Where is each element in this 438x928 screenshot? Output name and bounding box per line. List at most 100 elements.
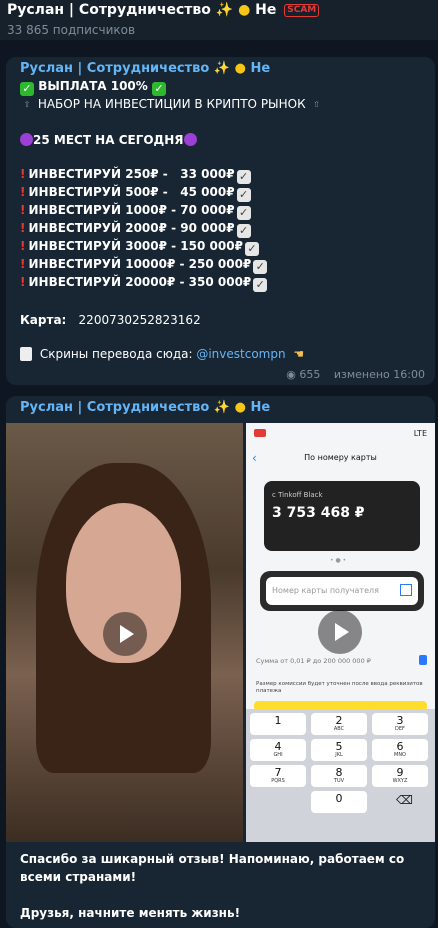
video-thumbnail-girl[interactable] [6,423,243,842]
key-letters: DEF [395,726,405,732]
key-letters: TUV [333,778,345,784]
keypad-key: 5 JKL [311,739,367,761]
message-bubble-review[interactable]: Руслан | Сотрудничество ✨ ● Не LTE ‹ По … [6,396,435,928]
scan-icon [400,584,412,596]
offer-line: ! ИНВЕСТИРУЙ 2000₽ - 90 000₽ ✓ [20,221,251,238]
spots-text: 25 МЕСТ НА СЕГОДНЯ [33,133,184,147]
subscriber-count: 33 865 подписчиков [7,23,136,37]
card-number-placeholder: Номер карты получателя [266,577,418,605]
sender-name: Руслан | Сотрудничество [20,61,210,76]
purple-circle-icon [183,133,197,146]
offer-text: ИНВЕСТИРУЙ 10000₽ - 250 000₽ [28,257,252,271]
scam-badge: SCAM [284,4,320,17]
check-mark-icon: ✓ [236,206,251,220]
rocket-icon: ✨ [213,61,231,76]
lemon-icon: ● [238,2,251,18]
screens-line: Скрины перевода сюда: @investcompn ☚ [20,347,304,361]
channel-title[interactable]: Руслан | Сотрудничество ✨ ● Не SCAM [7,2,320,18]
key-letters: PQRS [271,778,285,784]
carrier-label: LTE [413,429,427,438]
headline-line: ⇧ НАБОР НА ИНВЕСТИЦИИ В КРИПТО РЫНОК ⇧ [20,97,323,111]
key-digit: 1 [274,714,282,727]
offer-line: ! ИНВЕСТИРУЙ 250₽ - 33 000₽ ✓ [20,167,251,184]
keypad-key: 2 ABC [311,713,367,735]
key-letters: GHI [273,752,283,758]
offer-text: ИНВЕСТИРУЙ 500₽ - 45 000₽ [28,185,235,199]
sender-name: Руслан | Сотрудничество [20,400,210,415]
exclamation-icon: ! [20,221,26,235]
numeric-keypad: 1 2 ABC 3 DEF 4 GHI 5 JKL 6 MNO 7 PQRS 8 TUV 9 WXYZ 0 ⌫ [246,709,435,842]
spots-line: 25 МЕСТ НА СЕГОДНЯ [20,133,197,147]
play-button-icon[interactable] [103,612,147,656]
top-arrow-icon: ⇧ [313,100,320,109]
screens-link[interactable]: @investcompn [196,347,285,361]
keypad-key: 9 WXYZ [372,765,428,787]
check-mark-icon: ✓ [236,224,251,238]
message-bubble-investment[interactable]: Руслан | Сотрудничество ✨ ● Не ✓ ВЫПЛАТА… [6,57,435,385]
channel-name-suffix: Не [255,2,277,18]
sender-name-suffix: Не [250,61,271,76]
card-caption: с Tinkoff Black [272,491,323,499]
keypad-key: 1 [250,713,306,735]
offer-line: ! ИНВЕСТИРУЙ 3000₽ - 150 000₽ ✓ [20,239,259,256]
bank-card: с Tinkoff Black 3 753 468 ₽ [264,481,420,551]
headline-text: НАБОР НА ИНВЕСТИЦИИ В КРИПТО РЫНОК [37,97,306,111]
view-count: 655 [299,368,321,381]
caption-line-3: Друзья, начните менять жизнь! [20,906,241,920]
key-letters: ABC [333,726,345,732]
card-number: 2200730252823162 [78,313,201,327]
edited-time: изменено 16:00 [333,368,425,381]
channel-header[interactable]: Руслан | Сотрудничество ✨ ● Не SCAM 33 8… [0,0,438,40]
caption-line-1: Спасибо за шикарный отзыв! Напоминаю, ра… [20,852,405,866]
offer-text: ИНВЕСТИРУЙ 2000₽ - 90 000₽ [28,221,235,235]
lemon-icon: ● [234,400,246,415]
rocket-icon: ✨ [215,2,234,18]
offer-text: ИНВЕСТИРУЙ 20000₽ - 350 000₽ [28,275,252,289]
exclamation-icon: ! [20,239,26,253]
play-button-icon[interactable] [318,610,362,654]
message-sender[interactable]: Руслан | Сотрудничество ✨ ● Не [20,61,270,76]
exclamation-icon: ! [20,257,26,271]
keypad-key: 3 DEF [372,713,428,735]
lemon-icon: ● [234,61,246,76]
keypad-key: 4 GHI [250,739,306,761]
card-label: Карта: [20,313,67,327]
screens-text: Скрины перевода сюда: [39,347,193,361]
check-mark-icon: ✓ [236,170,251,184]
card-line: Карта: 2200730252823162 [20,313,201,327]
card-number-field: Номер карты получателя [260,571,424,611]
phone-screen-title: По номеру карты [304,453,377,462]
key-digit: 0 [335,792,343,805]
caption-line-2: всеми странами! [20,870,137,884]
check-mark-icon: ✓ [20,82,34,96]
amount-hint: Сумма от 0,01 ₽ до 200 000 000 ₽ [256,657,371,665]
card-pager-dots: • ● • [330,557,347,564]
check-mark-icon: ✓ [236,188,251,202]
check-mark-icon: ✓ [253,260,268,274]
rocket-icon: ✨ [213,400,231,415]
memo-icon [20,347,32,361]
channel-name: Руслан | Сотрудничество [7,2,211,18]
check-mark-icon: ✓ [244,242,259,256]
message-sender[interactable]: Руслан | Сотрудничество ✨ ● Не [20,400,270,415]
keypad-key: 8 TUV [311,765,367,787]
check-mark-icon: ✓ [151,82,166,96]
exclamation-icon: ! [20,185,26,199]
offer-line: ! ИНВЕСТИРУЙ 1000₽ - 70 000₽ ✓ [20,203,251,220]
keypad-key: 6 MNO [372,739,428,761]
message-meta: ◉ 655 изменено 16:00 [286,368,425,381]
sender-name-suffix: Не [250,400,271,415]
offer-text: ИНВЕСТИРУЙ 1000₽ - 70 000₽ [28,203,235,217]
video-thumbnail-phone[interactable]: LTE ‹ По номеру карты с Tinkoff Black 3 … [246,423,435,842]
backspace-icon: ⌫ [396,793,413,807]
record-icon [254,429,266,437]
exclamation-icon: ! [20,203,26,217]
payout-line: ✓ ВЫПЛАТА 100% ✓ [20,79,166,96]
exclamation-icon: ! [20,167,26,181]
keypad-key: 7 PQRS [250,765,306,787]
top-arrow-icon: ⇧ [23,100,31,109]
fee-note: Размер комиссии будет уточнен после ввод… [256,681,423,694]
card-icon [419,655,427,665]
key-letters: WXYZ [392,778,408,784]
pointing-hand-icon: ☚ [293,347,305,361]
